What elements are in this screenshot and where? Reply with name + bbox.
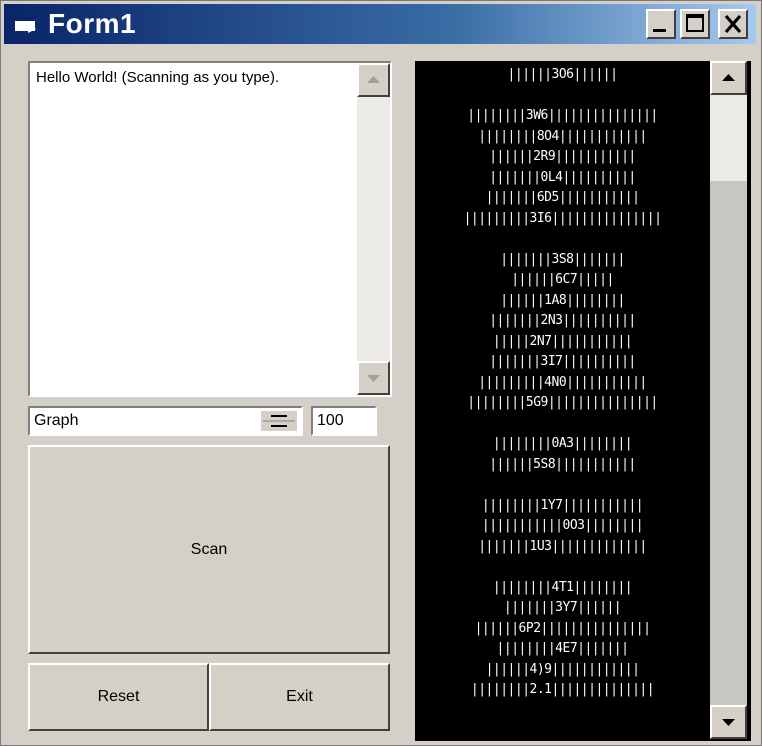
output-scrollbar[interactable] [710, 61, 747, 739]
barcode-line: ||||||6C7||||| [511, 272, 614, 287]
arrow-down-icon [367, 375, 380, 382]
barcode-line: ||||||4)9|||||||||||| [485, 661, 640, 677]
barcode-line: |||||||3Y7|||||| [503, 600, 622, 615]
barcode-line: ||||||||2.1|||||||||||||| [470, 682, 655, 697]
exit-button[interactable]: Exit [209, 663, 390, 731]
barcode-line: ||||||3O6|||||| [507, 67, 618, 82]
barcode-line: ||||||||8O4|||||||||||| [478, 128, 647, 144]
size-value[interactable]: 100 [317, 412, 344, 430]
symbology-value: Graph [34, 412, 79, 429]
size-field[interactable]: 100 [311, 406, 377, 436]
output-scroll-track[interactable] [710, 95, 747, 705]
barcode-line [415, 229, 710, 250]
reset-button[interactable]: Reset [28, 663, 209, 731]
barcode-line: |||||||3S8||||||| [500, 251, 625, 267]
barcode-line [415, 475, 710, 496]
form-icon [14, 14, 38, 34]
close-button[interactable] [718, 9, 748, 39]
output-scroll-down-button[interactable] [710, 705, 747, 739]
barcode-line [415, 557, 710, 578]
output-scroll-up-button[interactable] [710, 61, 747, 95]
input-scroll-up-button[interactable] [357, 63, 390, 97]
barcode-line: |||||||||||0O3|||||||| [481, 518, 644, 533]
barcode-line: ||||||||5G9||||||||||||||| [467, 395, 658, 410]
close-icon [724, 14, 742, 34]
input-scrollbar[interactable] [357, 63, 390, 395]
barcode-line: |||||||0L4|||||||||| [489, 169, 636, 185]
spin-updown-icon[interactable] [261, 411, 297, 431]
barcode-line: |||||||||4N0||||||||||| [478, 374, 647, 390]
barcode-line: ||||||||0A3|||||||| [492, 436, 633, 451]
symbology-select[interactable]: Graph [28, 406, 303, 436]
barcode-line: ||||||6P2||||||||||||||| [474, 620, 651, 636]
barcode-line: ||||||1A8|||||||| [500, 292, 625, 308]
input-text[interactable]: Hello World! (Scanning as you type). [36, 69, 279, 86]
barcode-line [415, 86, 710, 107]
window-title: Form1 [48, 8, 137, 39]
barcode-line: |||||||2N3|||||||||| [489, 313, 636, 328]
barcode-line: |||||||||3I6||||||||||||||| [463, 210, 662, 226]
minimize-icon [653, 29, 666, 32]
barcode-line: ||||||5S8||||||||||| [489, 456, 636, 472]
barcode-line: ||||||||1Y7||||||||||| [481, 497, 644, 513]
input-textbox[interactable]: Hello World! (Scanning as you type). [28, 61, 392, 397]
arrow-up-icon [367, 76, 380, 83]
scan-button[interactable]: Scan [28, 445, 390, 654]
arrow-down-icon [722, 719, 735, 726]
arrow-up-icon [722, 74, 735, 81]
barcode-output-text: ||||||3O6|||||| ||||||||3W6||||||||||||||… [415, 65, 710, 701]
barcode-line: |||||||1U3||||||||||||| [478, 538, 647, 554]
barcode-line: ||||||2R9||||||||||| [489, 149, 636, 164]
barcode-output-panel: ||||||3O6|||||| ||||||||3W6||||||||||||||… [415, 61, 751, 741]
input-scroll-down-button[interactable] [357, 361, 390, 395]
minimize-button[interactable] [646, 9, 676, 39]
barcode-line: ||||||||3W6||||||||||||||| [467, 108, 658, 123]
maximize-icon [686, 14, 704, 32]
barcode-line: |||||||3I7|||||||||| [489, 354, 636, 369]
output-scroll-thumb[interactable] [710, 95, 747, 181]
form-window: Form1 Hello World! (Scanning as you type… [0, 0, 762, 746]
maximize-button[interactable] [680, 9, 710, 39]
barcode-line: ||||||||4E7||||||| [496, 641, 629, 656]
barcode-line: |||||2N7||||||||||| [492, 333, 633, 349]
barcode-line [415, 414, 710, 435]
title-bar[interactable]: Form1 [4, 4, 756, 44]
barcode-line: |||||||6D5||||||||||| [485, 190, 640, 205]
barcode-line: ||||||||4T1|||||||| [492, 579, 633, 595]
